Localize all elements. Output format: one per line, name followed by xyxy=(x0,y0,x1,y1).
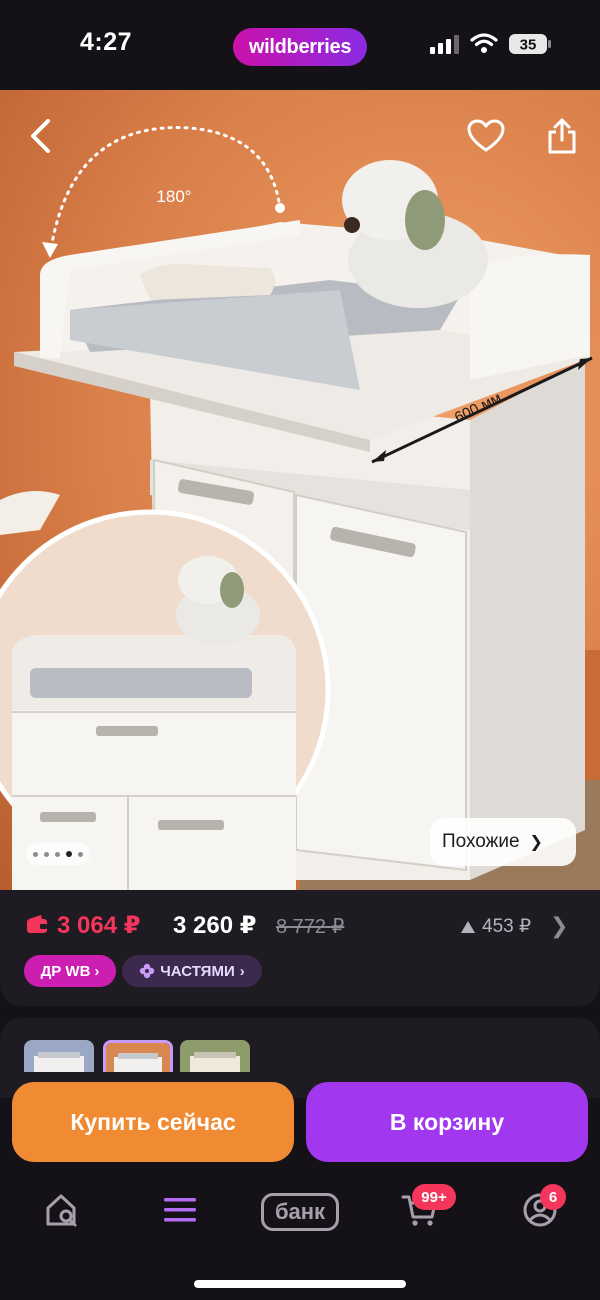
back-arrow-icon xyxy=(31,119,50,153)
cart-count-badge: 99+ xyxy=(412,1184,456,1210)
wildberries-logo[interactable]: wildberries xyxy=(233,28,367,66)
flower-icon xyxy=(140,963,155,979)
wifi-icon xyxy=(470,33,498,53)
product-image[interactable]: 600 мм 180° xyxy=(0,90,600,890)
wallet-icon xyxy=(27,915,47,933)
points-info[interactable]: 453 ₽ xyxy=(460,915,531,938)
home-indicator[interactable] xyxy=(194,1280,406,1288)
carousel-dot[interactable] xyxy=(78,851,83,857)
carousel-dot[interactable] xyxy=(44,851,49,857)
old-price: 8 772 ₽ xyxy=(276,916,345,938)
variant-thumb-image xyxy=(24,1040,94,1072)
menu-icon xyxy=(164,1198,196,1222)
battery-icon: 35 xyxy=(509,34,551,54)
cellular-signal-icon xyxy=(430,35,459,54)
profile-notification-badge: 6 xyxy=(540,1184,566,1210)
nav-home-search[interactable] xyxy=(42,1190,82,1230)
favorite-button[interactable] xyxy=(463,113,509,159)
similar-products-button[interactable]: Похожие ❯ xyxy=(430,818,576,866)
variant-thumb-image xyxy=(180,1040,250,1072)
carousel-indicator xyxy=(26,843,90,865)
home-search-icon xyxy=(46,1194,77,1227)
product-photo: 600 мм 180° xyxy=(0,126,600,890)
current-price: 3 260 ₽ xyxy=(173,912,257,939)
chevron-right-icon[interactable]: ❯ xyxy=(550,913,568,939)
nav-bank[interactable]: банк xyxy=(261,1193,339,1231)
nav-catalog[interactable] xyxy=(160,1190,200,1230)
back-button[interactable] xyxy=(18,112,62,160)
chevron-right-icon: › xyxy=(239,962,245,980)
variant-thumbnail[interactable] xyxy=(180,1040,250,1072)
triangle-up-icon xyxy=(461,920,475,933)
badge-installments-label: ЧАСТЯМИ xyxy=(160,962,235,980)
carousel-dot-active[interactable] xyxy=(66,851,72,857)
variant-thumbnail[interactable] xyxy=(24,1040,94,1072)
badge-wb-birthday[interactable]: ДР WB › xyxy=(24,955,116,987)
badge-dr-label: ДР WB xyxy=(40,962,91,980)
battery-level: 35 xyxy=(520,37,537,54)
variant-thumb-image xyxy=(106,1043,170,1072)
wallet-price: 3 064 ₽ xyxy=(57,912,141,939)
buy-now-button[interactable]: Купить сейчас xyxy=(12,1082,294,1162)
badge-installments[interactable]: ЧАСТЯМИ › xyxy=(122,955,262,987)
rotation-label: 180° xyxy=(156,187,191,206)
points-value: 453 ₽ xyxy=(482,916,532,937)
chevron-right-icon: ❯ xyxy=(529,834,543,851)
chevron-right-icon: › xyxy=(94,962,100,980)
heart-icon xyxy=(467,119,505,152)
carousel-dot[interactable] xyxy=(55,851,60,857)
share-button[interactable] xyxy=(540,112,584,160)
status-time: 4:27 xyxy=(80,28,133,56)
share-icon xyxy=(548,118,576,154)
carousel-dot[interactable] xyxy=(33,851,38,857)
add-to-cart-button[interactable]: В корзину xyxy=(306,1082,588,1162)
status-bar: 4:27 wildberries 35 xyxy=(0,0,600,90)
variant-thumbnail-selected[interactable] xyxy=(103,1040,173,1072)
price-panel xyxy=(0,890,600,1006)
similar-label: Похожие xyxy=(442,831,520,852)
